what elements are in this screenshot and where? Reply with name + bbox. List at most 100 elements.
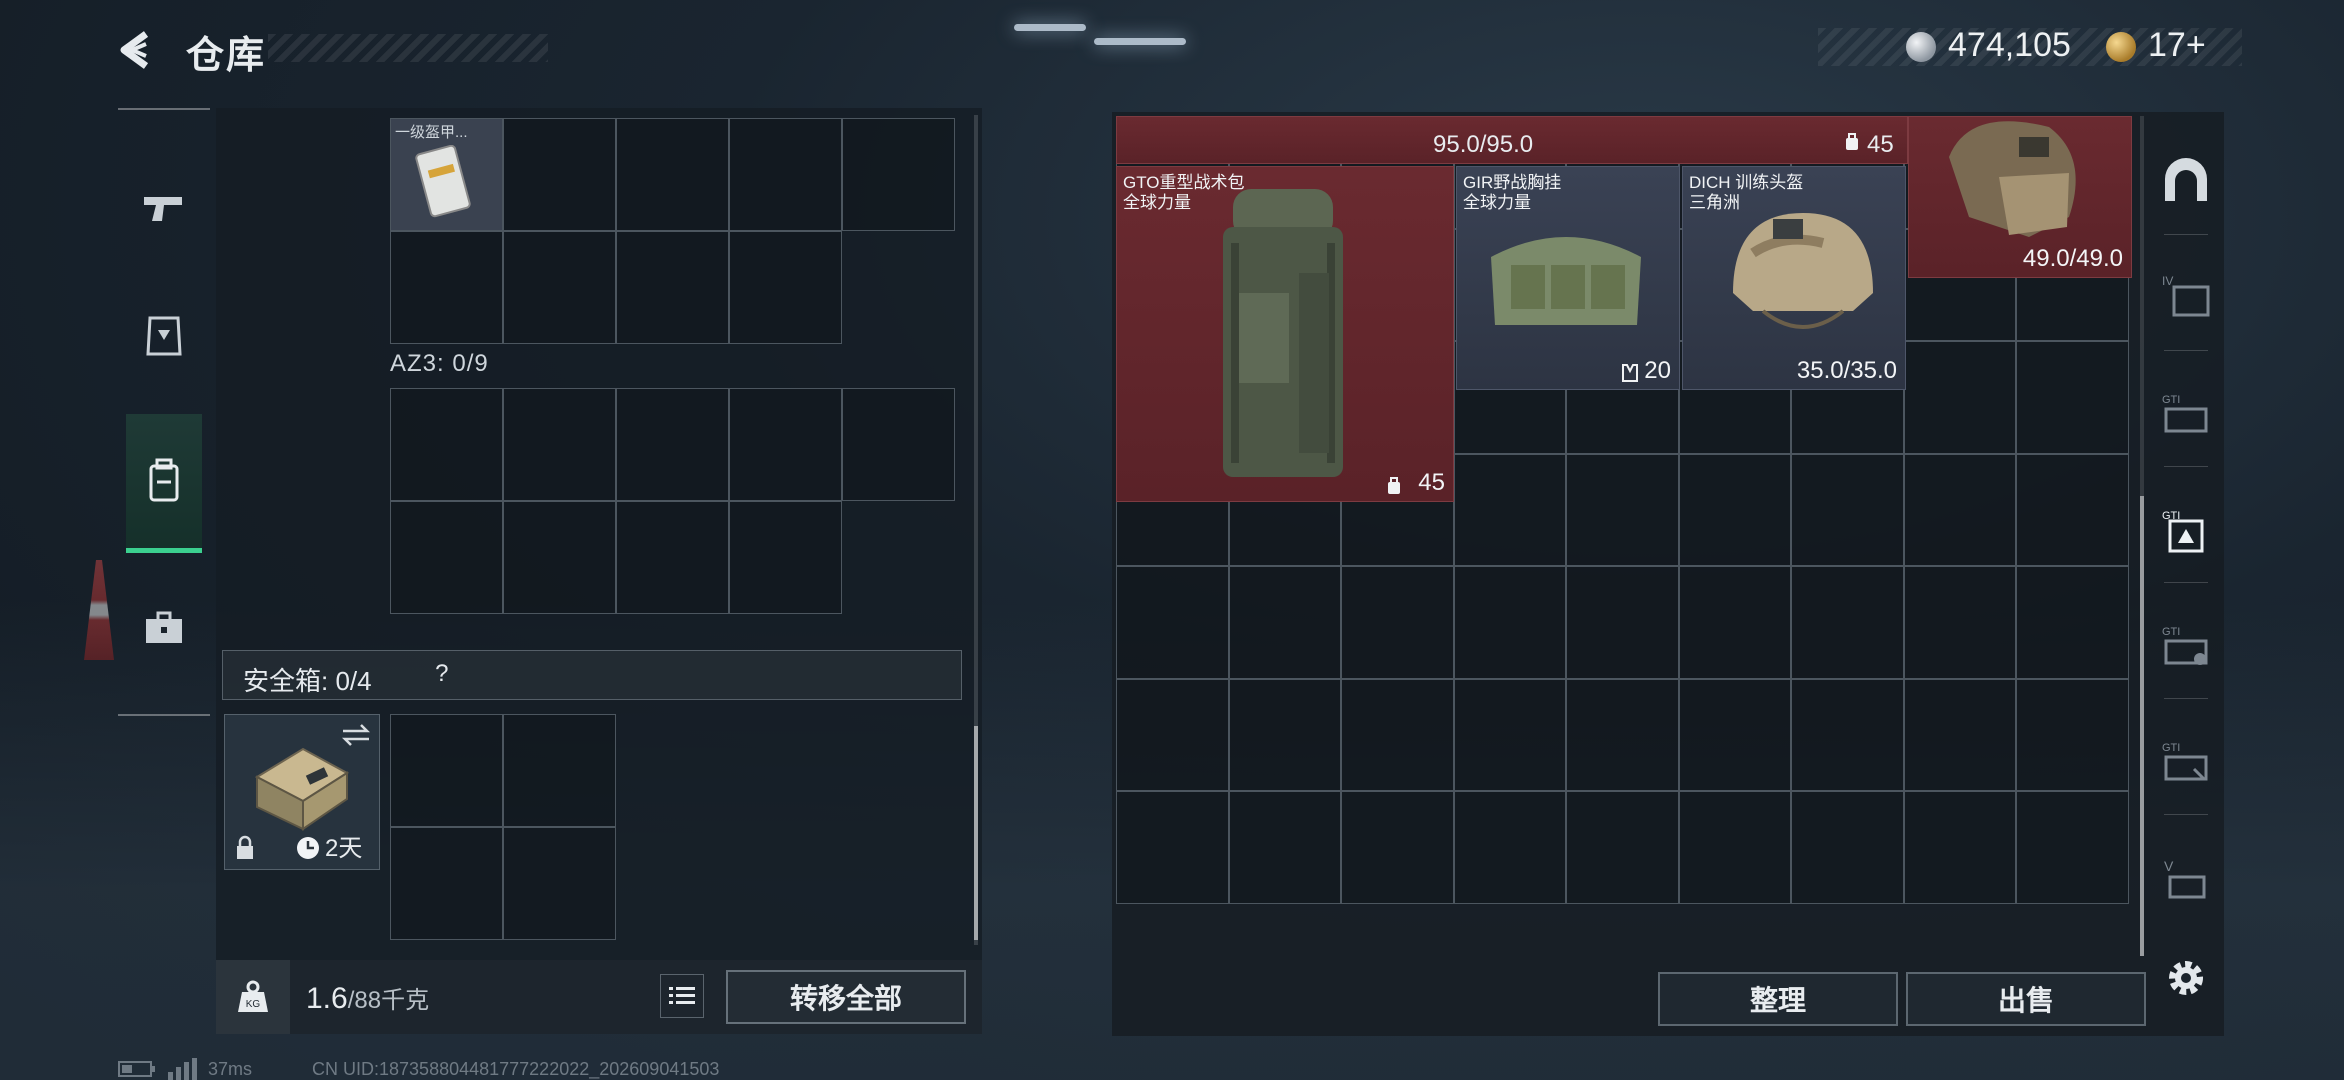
grid-cell[interactable] [1341, 566, 1454, 679]
v-filter-icon: V [2164, 858, 2206, 899]
swap-icon[interactable] [341, 723, 371, 747]
gold-value[interactable]: 17+ [2148, 26, 2206, 65]
help-button[interactable]: ? [421, 653, 463, 695]
gold-coin-icon [2106, 32, 2136, 62]
grid-cell[interactable] [2016, 566, 2129, 679]
gear-icon[interactable] [2164, 956, 2208, 1000]
svg-text:V: V [2164, 858, 2174, 874]
filter-armor[interactable]: IV [2156, 266, 2216, 326]
grid-cell[interactable] [503, 388, 616, 501]
tab-backpack[interactable] [126, 414, 202, 553]
grid-cell[interactable] [1566, 791, 1679, 904]
category-tabs [118, 108, 210, 716]
list-view-button[interactable] [660, 974, 704, 1018]
transfer-all-button[interactable]: 转移全部 [726, 970, 966, 1024]
grid-cell[interactable] [2016, 453, 2129, 566]
grid-cell[interactable] [1903, 453, 2016, 566]
grid-cell[interactable] [1678, 453, 1791, 566]
grid-cell[interactable] [503, 118, 616, 231]
grid-cell[interactable] [1903, 791, 2016, 904]
item-value: 45 [1418, 469, 1445, 496]
grid-cell[interactable] [616, 501, 729, 614]
grid-cell[interactable] [503, 501, 616, 614]
grid-cell[interactable] [1228, 566, 1341, 679]
grid-cell[interactable] [1791, 791, 1904, 904]
filter-v[interactable]: V [2156, 850, 2216, 910]
grid-cell[interactable] [1678, 791, 1791, 904]
grid-cell[interactable] [1903, 341, 2016, 454]
grid-cell[interactable] [1453, 678, 1566, 791]
grid-cell[interactable] [1903, 678, 2016, 791]
tab-case[interactable] [126, 580, 202, 676]
chest-rig-mini-icon [1622, 364, 1638, 382]
grid-cell[interactable] [1453, 791, 1566, 904]
grid-cell[interactable] [1678, 566, 1791, 679]
item-value: 35.0/35.0 [1796, 357, 1897, 384]
grid-cell[interactable] [1453, 453, 1566, 566]
item-top-strip[interactable]: 95.0/95.0 45 [1116, 116, 1908, 164]
grid-cell[interactable] [1678, 678, 1791, 791]
svg-text:GTI: GTI [2162, 626, 2180, 638]
filter-chest-rig[interactable]: GTI [2156, 384, 2216, 444]
grid-blank [842, 231, 955, 344]
item-helmet-partial[interactable]: 49.0/49.0 [1908, 116, 2132, 278]
right-scroll-thumb[interactable] [2140, 496, 2144, 956]
grid-cell-item[interactable]: 一级盔甲... [390, 118, 503, 231]
grid-cell[interactable] [390, 827, 503, 940]
az3-label: AZ3: 0/9 [390, 350, 489, 377]
back-arrow-icon[interactable] [116, 28, 160, 72]
grid-cell[interactable] [503, 714, 616, 827]
grid-cell[interactable] [616, 388, 729, 501]
grid-cell[interactable] [2016, 678, 2129, 791]
grid-cell[interactable] [390, 714, 503, 827]
grid-cell[interactable] [2016, 791, 2129, 904]
weight-button[interactable]: KG [216, 960, 290, 1034]
filter-helmet[interactable]: GTI [2156, 616, 2216, 676]
grid-cell[interactable] [1453, 566, 1566, 679]
grid-cell[interactable] [1341, 678, 1454, 791]
grid-cell[interactable] [729, 388, 842, 501]
help-label: ? [435, 659, 449, 687]
grid-cell[interactable] [1228, 791, 1341, 904]
grid-cell[interactable] [1116, 566, 1229, 679]
grid-cell[interactable] [503, 231, 616, 344]
grid-cell[interactable] [1116, 678, 1229, 791]
grid-cell[interactable] [390, 388, 503, 501]
grid-cell[interactable] [1566, 566, 1679, 679]
left-scroll-thumb[interactable] [974, 726, 978, 940]
filter-backpack[interactable]: GTI [2156, 500, 2216, 560]
grid-cell[interactable] [729, 118, 842, 231]
grid-cell[interactable] [390, 231, 503, 344]
clock-icon [297, 837, 319, 859]
grid-cell[interactable] [2016, 341, 2129, 454]
grid-cell[interactable] [1791, 678, 1904, 791]
filter-container[interactable]: GTI [2156, 732, 2216, 792]
safebox-item[interactable]: 2天 [224, 714, 380, 870]
grid-cell[interactable] [729, 231, 842, 344]
organize-button[interactable]: 整理 [1658, 972, 1898, 1026]
tab-weapons[interactable] [126, 160, 202, 256]
grid-cell[interactable] [1116, 791, 1229, 904]
item-gir-chest-rig[interactable]: GIR野战胸挂 全球力量 20 [1456, 166, 1680, 390]
left-bottom-bar: KG 1.6/88千克 转移全部 [216, 960, 982, 1034]
grid-cell[interactable] [1341, 791, 1454, 904]
grid-cell[interactable] [842, 388, 955, 501]
grid-cell[interactable] [1791, 566, 1904, 679]
tab-equipment[interactable] [126, 288, 202, 384]
item-dich-helmet[interactable]: DICH 训练头盔 三角洲 35.0/35.0 [1682, 166, 1906, 390]
sell-button[interactable]: 出售 [1906, 972, 2146, 1026]
grid-cell[interactable] [503, 827, 616, 940]
filter-all[interactable] [2156, 150, 2216, 210]
grid-cell[interactable] [1228, 678, 1341, 791]
grid-cell[interactable] [729, 501, 842, 614]
grid-cell[interactable] [1566, 453, 1679, 566]
grid-cell[interactable] [842, 118, 955, 231]
grid-cell[interactable] [1566, 678, 1679, 791]
title-stripe [268, 34, 548, 62]
grid-cell[interactable] [1791, 453, 1904, 566]
grid-cell[interactable] [1903, 566, 2016, 679]
grid-cell[interactable] [390, 501, 503, 614]
grid-cell[interactable] [616, 231, 729, 344]
item-gto-backpack[interactable]: GTO重型战术包 全球力量 45 [1116, 166, 1454, 502]
grid-cell[interactable] [616, 118, 729, 231]
